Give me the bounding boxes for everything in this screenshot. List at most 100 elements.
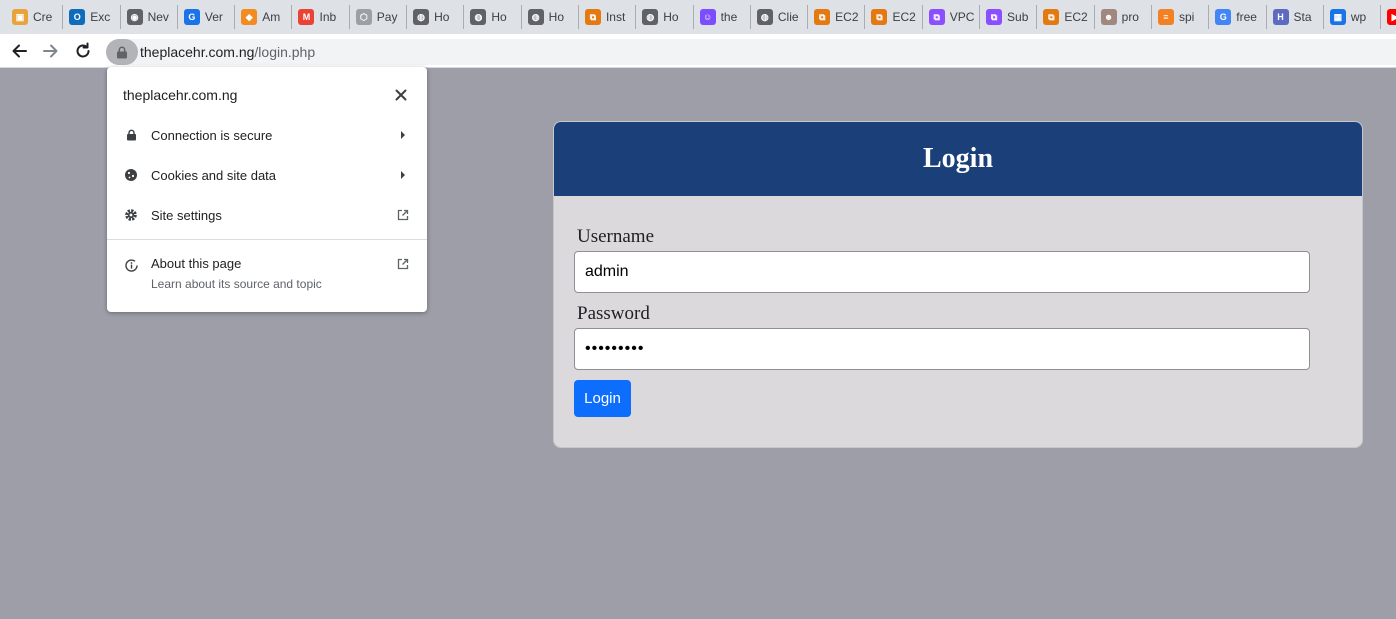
login-title: Login xyxy=(922,143,994,174)
aws-icon: ⧉ xyxy=(1043,9,1060,25)
browser-tab[interactable]: ⬡ Pay xyxy=(350,5,408,29)
cube-icon: ◆ xyxy=(241,9,258,25)
login-button[interactable]: Login xyxy=(574,380,631,417)
browser-tab[interactable]: G Ver xyxy=(178,5,236,29)
box-icon: ▣ xyxy=(12,9,28,25)
address-bar[interactable]: theplacehr.com.ng/login.php xyxy=(106,39,1396,65)
browser-tab[interactable]: ▣ Cre xyxy=(6,5,64,29)
browser-tab[interactable]: O Exc xyxy=(63,5,121,29)
gear-icon xyxy=(123,207,139,223)
person-icon: ☻ xyxy=(1100,9,1117,25)
tab-title: the xyxy=(720,10,738,24)
browser-tab[interactable]: ▶ xyxy=(1381,5,1396,29)
site-info-popup: theplacehr.com.ng Connection is secure C… xyxy=(107,67,427,312)
youtube-icon: ▶ xyxy=(1387,9,1396,25)
close-icon xyxy=(395,89,407,101)
tab-title: Sta xyxy=(1293,10,1312,24)
info-refresh-icon xyxy=(123,257,139,273)
external-link-icon xyxy=(395,256,411,272)
stack-icon: ≡ xyxy=(1157,9,1174,25)
aws-icon: ⧉ xyxy=(871,9,888,25)
browser-toolbar: theplacehr.com.ng/login.php xyxy=(0,34,1396,68)
url-path: /login.php xyxy=(254,44,316,60)
browser-tab[interactable]: ⧉ EC2 xyxy=(808,5,866,29)
lock-icon xyxy=(117,46,127,58)
tab-title: Am xyxy=(262,10,281,24)
arrow-right-icon xyxy=(43,44,58,57)
browser-tab[interactable]: ◉ Nev xyxy=(121,5,178,29)
tab-title: Ho xyxy=(548,10,565,24)
browser-tab[interactable]: ▦ wp xyxy=(1324,5,1382,29)
browser-tab[interactable]: ◍ Ho xyxy=(407,5,465,29)
h-logo-icon: H xyxy=(1272,9,1289,25)
package-icon: ⬡ xyxy=(355,9,372,25)
vpc-icon: ⧉ xyxy=(928,9,945,25)
globe-icon: ◍ xyxy=(756,9,773,25)
connection-secure-label: Connection is secure xyxy=(151,127,273,143)
browser-tab[interactable]: H Sta xyxy=(1267,5,1324,29)
about-page-row[interactable]: About this page Learn about its source a… xyxy=(107,240,427,291)
tab-title: Sub xyxy=(1007,10,1029,24)
browser-tab[interactable]: ≡ spi xyxy=(1152,5,1210,29)
username-label: Username xyxy=(577,226,655,247)
globe-icon: ◍ xyxy=(642,9,659,25)
browser-tab[interactable]: ◍ Clie xyxy=(751,5,809,29)
tab-title: Pay xyxy=(376,10,398,24)
reload-button[interactable] xyxy=(70,38,96,64)
browser-tab[interactable]: ☺ the xyxy=(694,5,751,29)
tab-title: EC2 xyxy=(835,10,859,24)
tab-strip: ▣ Cre O Exc ◉ Nev G Ver ◆ Am M Inb ⬡ Pay ◍ Ho ◍ Ho ◍ Ho ⧉ Ins… xyxy=(0,0,1396,34)
browser-tab[interactable]: M Inb xyxy=(292,5,350,29)
about-page-title: About this page xyxy=(151,256,242,271)
reload-icon xyxy=(76,42,90,57)
browser-tab[interactable]: ◆ Am xyxy=(235,5,293,29)
browser-tab[interactable]: Gfree xyxy=(1209,5,1267,29)
globe-icon: ◍ xyxy=(470,9,487,25)
browser-tab[interactable]: ⧉ Sub xyxy=(980,5,1038,29)
globe-icon: ◍ xyxy=(527,9,544,25)
url-text[interactable]: theplacehr.com.ng/login.php xyxy=(140,44,315,60)
tab-title: Ver xyxy=(204,10,223,24)
caret-right-icon xyxy=(395,127,411,143)
browser-tab[interactable]: ⧉ VPC xyxy=(923,5,981,29)
outlook-icon: O xyxy=(69,9,86,25)
swirl-icon: G xyxy=(183,9,200,25)
site-info-button[interactable] xyxy=(106,39,138,65)
browser-tab[interactable]: ☻ pro xyxy=(1095,5,1152,29)
cookies-row[interactable]: Cookies and site data xyxy=(107,155,427,195)
tab-title: Clie xyxy=(777,10,799,24)
tab-title: VPC xyxy=(949,10,974,24)
browser-tab[interactable]: ⧉ EC2 xyxy=(1037,5,1095,29)
browser-tab[interactable]: ⧉ Inst xyxy=(579,5,637,29)
browser-tab[interactable]: ◍ Ho xyxy=(636,5,694,29)
username-input[interactable] xyxy=(574,251,1310,293)
forward-button[interactable] xyxy=(38,38,64,64)
tab-title: Inst xyxy=(605,10,626,24)
tab-title: Ho xyxy=(663,10,679,24)
tab-title: Ho xyxy=(434,10,450,24)
cookie-icon xyxy=(123,167,139,183)
back-button[interactable] xyxy=(6,38,32,64)
browser-tab[interactable]: ⧉ EC2 xyxy=(865,5,923,29)
popup-domain: theplacehr.com.ng xyxy=(123,87,238,103)
google-icon: G xyxy=(1215,9,1232,25)
site-settings-row[interactable]: Site settings xyxy=(107,195,427,235)
close-button[interactable] xyxy=(391,85,411,105)
browser-tab[interactable]: ◍ Ho xyxy=(464,5,522,29)
tab-title: pro xyxy=(1121,10,1139,24)
vpc-icon: ⧉ xyxy=(986,9,1003,25)
arrow-left-icon xyxy=(12,44,27,57)
tab-title: Nev xyxy=(147,10,169,24)
external-link-icon xyxy=(395,207,411,223)
tab-title: Inb xyxy=(319,10,337,24)
password-input[interactable] xyxy=(574,328,1310,370)
grid-icon: ▦ xyxy=(1329,9,1346,25)
tab-title: Cre xyxy=(33,10,53,24)
tab-title: Ho xyxy=(491,10,507,24)
robot-icon: ☺ xyxy=(699,9,716,25)
tab-title: spi xyxy=(1178,10,1195,24)
browser-tab[interactable]: ◍ Ho xyxy=(522,5,579,29)
site-settings-label: Site settings xyxy=(151,207,222,223)
globe-icon: ◍ xyxy=(413,9,430,25)
connection-secure-row[interactable]: Connection is secure xyxy=(107,115,427,155)
